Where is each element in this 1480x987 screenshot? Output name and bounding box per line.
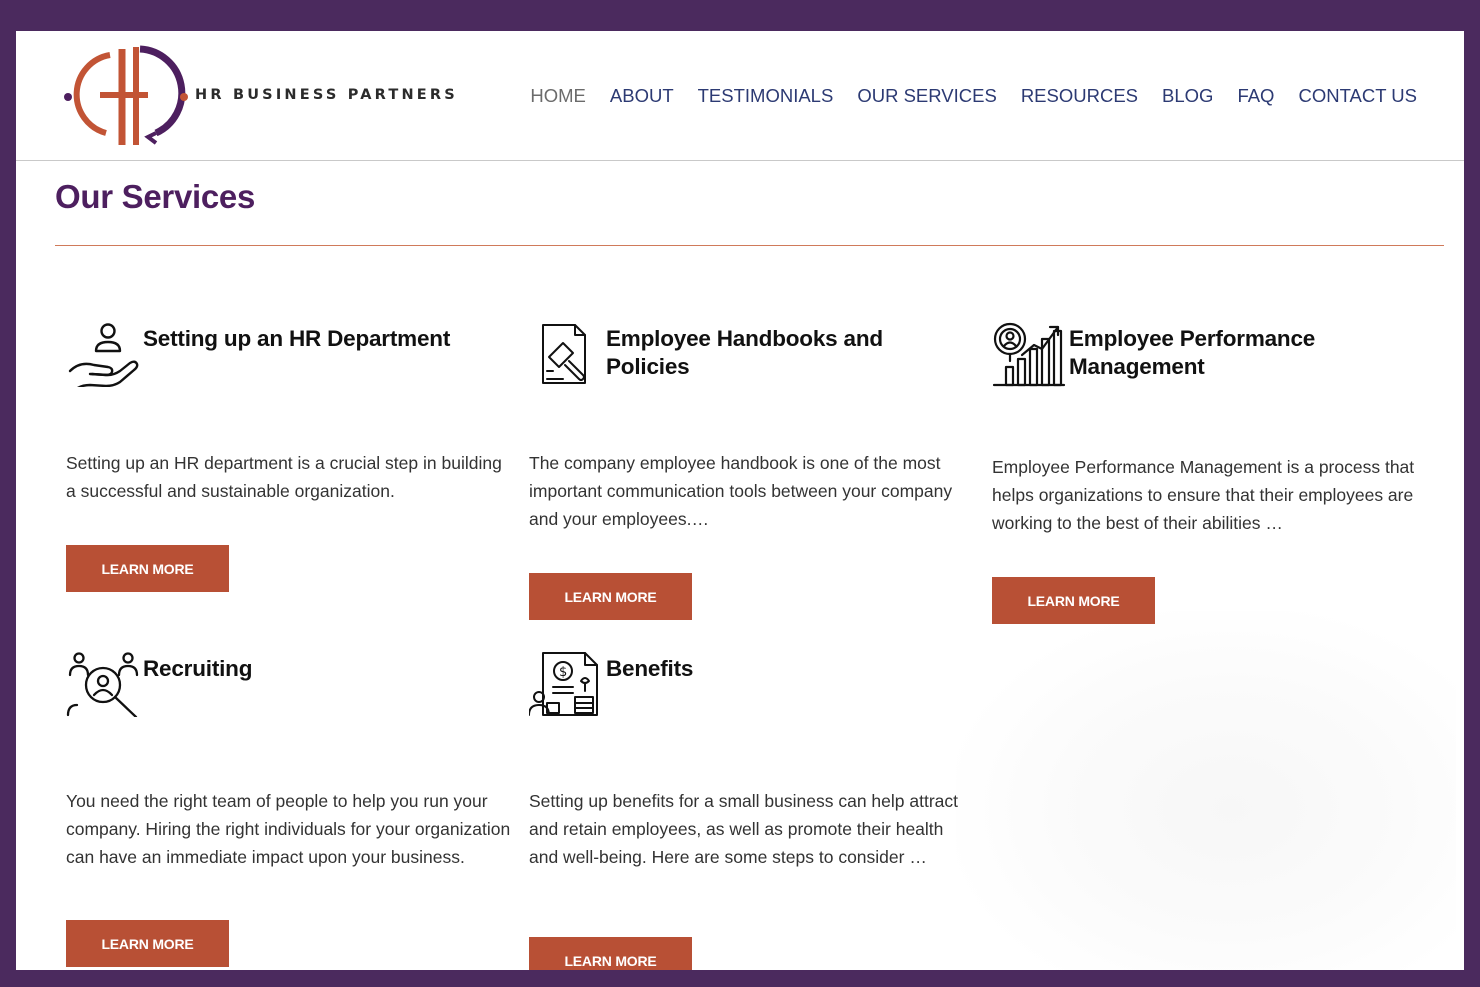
recruiting-search-icon	[66, 652, 139, 717]
service-description: Employee Performance Management is a pro…	[992, 457, 1415, 533]
title-divider	[55, 245, 1444, 246]
service-card-hr-department: Setting up an HR Department Setting up a…	[66, 321, 506, 611]
service-title: Setting up an HR Department	[143, 326, 451, 351]
nav-blog[interactable]: BLOG	[1162, 85, 1213, 107]
service-title: Recruiting	[143, 656, 253, 681]
nav-faq[interactable]: FAQ	[1237, 85, 1274, 107]
service-card-benefits: $ Benefits Setting up benefits for a sma…	[529, 651, 969, 970]
service-title: Employee Handbooks and Policies	[606, 326, 883, 379]
svg-text:$: $	[559, 665, 567, 680]
service-title: Benefits	[606, 656, 694, 681]
nav-testimonials[interactable]: TESTIMONIALS	[698, 85, 834, 107]
main-nav: HOME ABOUT TESTIMONIALS OUR SERVICES RES…	[530, 85, 1417, 107]
nav-contact-us[interactable]: CONTACT US	[1298, 85, 1417, 107]
learn-more-button[interactable]: LEARN MORE	[529, 573, 692, 620]
background-faded-image	[956, 611, 1456, 970]
learn-more-button[interactable]: LEARN MORE	[66, 920, 229, 967]
page-title: Our Services	[55, 178, 256, 215]
service-card-handbooks: Employee Handbooks and Policies The comp…	[529, 321, 969, 621]
service-description: Setting up an HR department is a crucial…	[66, 453, 502, 501]
service-card-recruiting: Recruiting You need the right team of pe…	[66, 651, 510, 967]
learn-more-button[interactable]: LEARN MORE	[992, 577, 1155, 624]
service-title: Employee Performance Management	[1069, 326, 1316, 379]
handbook-gavel-icon	[542, 324, 586, 384]
service-description: The company employee handbook is one of …	[529, 453, 953, 529]
site-header: HR BUSINESS PARTNERS HOME ABOUT TESTIMON…	[16, 31, 1464, 161]
service-description: You need the right team of people to hel…	[66, 791, 511, 867]
benefits-document-icon: $	[529, 652, 598, 716]
performance-chart-icon	[992, 322, 1066, 387]
learn-more-button[interactable]: LEARN MORE	[66, 545, 229, 592]
page-frame: HR BUSINESS PARTNERS HOME ABOUT TESTIMON…	[16, 31, 1464, 970]
hand-person-icon	[68, 323, 139, 387]
nav-about[interactable]: ABOUT	[610, 85, 674, 107]
site-logo[interactable]: HR BUSINESS PARTNERS	[60, 41, 480, 151]
nav-resources[interactable]: RESOURCES	[1021, 85, 1138, 107]
service-card-performance: Employee Performance Management Employee…	[992, 321, 1432, 631]
nav-our-services[interactable]: OUR SERVICES	[857, 85, 996, 107]
nav-home[interactable]: HOME	[530, 85, 586, 107]
learn-more-button[interactable]: LEARN MORE	[529, 937, 692, 970]
hr-logo-icon	[64, 45, 188, 145]
service-description: Setting up benefits for a small business…	[529, 791, 958, 867]
logo-text: HR BUSINESS PARTNERS	[195, 87, 458, 103]
